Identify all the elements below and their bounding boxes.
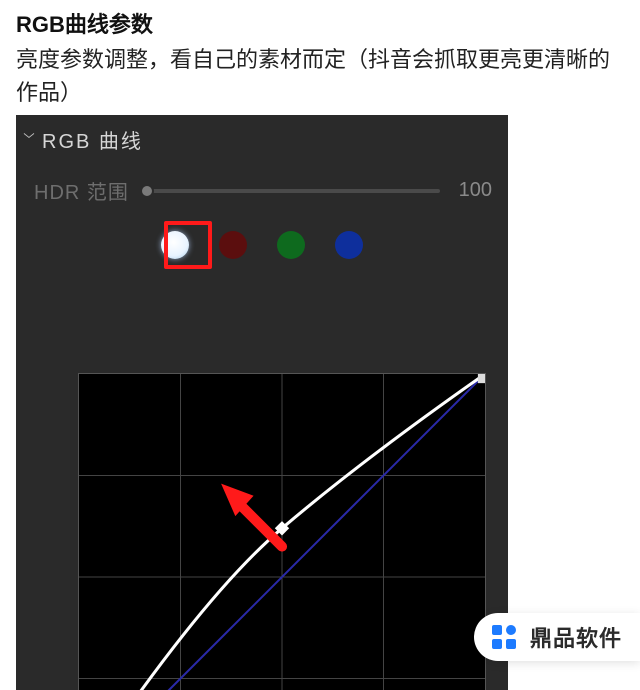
blue-channel-button[interactable]	[335, 231, 363, 259]
channel-selector	[16, 231, 508, 259]
slider-track	[147, 189, 440, 193]
white-channel-button[interactable]	[161, 231, 189, 259]
rgb-curve-panel: ﹀ RGB 曲线 HDR 范围 100	[16, 115, 508, 690]
brand-logo-icon	[488, 621, 520, 653]
section-title: RGB 曲线	[42, 125, 143, 154]
hdr-range-row: HDR 范围 100	[16, 154, 508, 205]
watermark-badge: 鼎品软件	[474, 613, 640, 661]
arrow-annotation-icon	[221, 484, 282, 547]
article-description: 亮度参数调整，看自己的素材而定（抖音会抓取更亮更清晰的作品）	[16, 43, 624, 109]
hdr-range-slider[interactable]	[147, 181, 440, 201]
slider-thumb[interactable]	[140, 184, 154, 198]
hdr-range-label: HDR 范围	[34, 176, 129, 205]
curve-svg	[79, 374, 485, 690]
article-title: RGB曲线参数	[16, 8, 624, 41]
section-header[interactable]: ﹀ RGB 曲线	[16, 115, 508, 154]
curve-endpoint-high[interactable]	[478, 374, 485, 383]
curve-editor[interactable]	[78, 373, 486, 690]
hdr-range-value: 100	[452, 179, 492, 202]
chevron-down-icon: ﹀	[23, 133, 34, 147]
watermark-text: 鼎品软件	[530, 621, 622, 653]
red-channel-button[interactable]	[219, 231, 247, 259]
green-channel-button[interactable]	[277, 231, 305, 259]
